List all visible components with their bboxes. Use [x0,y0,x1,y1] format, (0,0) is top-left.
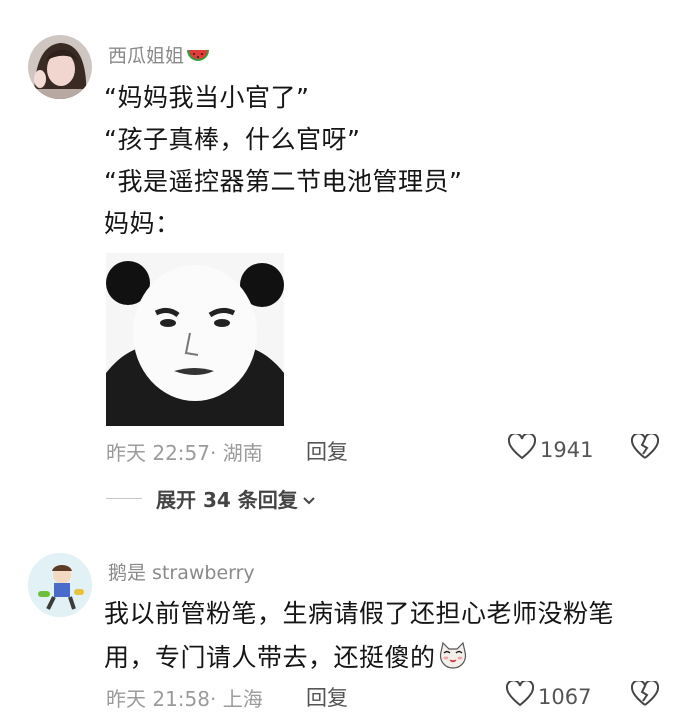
user-avatar[interactable] [28,35,92,99]
comment-text-line: “我是遥控器第二节电池管理员” [104,167,463,196]
comment-text-line: “孩子真棒，什么官呀” [104,125,361,154]
comment-location: · 湖南 [210,441,263,465]
comment-meta: 昨天 21:58· 上海 [106,683,263,712]
reply-button[interactable]: 回复 [306,436,348,466]
expand-replies-label: 展开 34 条回复 [156,488,298,512]
username-text: 西瓜姐姐 [108,45,185,67]
comment-location: · 上海 [210,687,263,711]
comment-time: 昨天 22:57 [106,441,210,465]
dislike-button[interactable] [630,432,660,464]
cat-face-icon [438,641,468,676]
comment-text-line: “妈妈我当小官了” [104,83,310,112]
like-count: 1067 [538,684,592,709]
dislike-button[interactable] [630,679,660,711]
username[interactable]: 鹅是 strawberry [108,558,255,585]
like-button[interactable]: 1067 [505,679,592,712]
comment-meta: 昨天 22:57· 湖南 [106,437,263,466]
divider [106,498,142,499]
comment-text-segment: 用，专门请人带去，还挺傻的 [104,643,436,672]
broken-heart-icon [630,679,660,711]
comment-time: 昨天 21:58 [106,687,210,711]
username[interactable]: 西瓜姐姐 [108,41,210,71]
heart-icon [507,432,537,465]
heart-icon [505,679,535,712]
broken-heart-icon [630,432,660,464]
chevron-down-icon [302,487,316,511]
like-count: 1941 [540,437,594,462]
reply-button[interactable]: 回复 [306,682,348,712]
user-avatar[interactable] [28,553,92,617]
comment-text-line: 用，专门请人带去，还挺傻的 [104,638,468,676]
expand-replies-button[interactable]: 展开 34 条回复 [106,484,316,513]
like-button[interactable]: 1941 [507,432,594,465]
comment-text-line: 我以前管粉笔，生病请假了还担心老师没粉笔 [104,599,615,628]
panda-face-meme-image[interactable] [106,253,284,426]
watermelon-icon [186,48,210,71]
comment-text-line: 妈妈： [104,209,181,238]
